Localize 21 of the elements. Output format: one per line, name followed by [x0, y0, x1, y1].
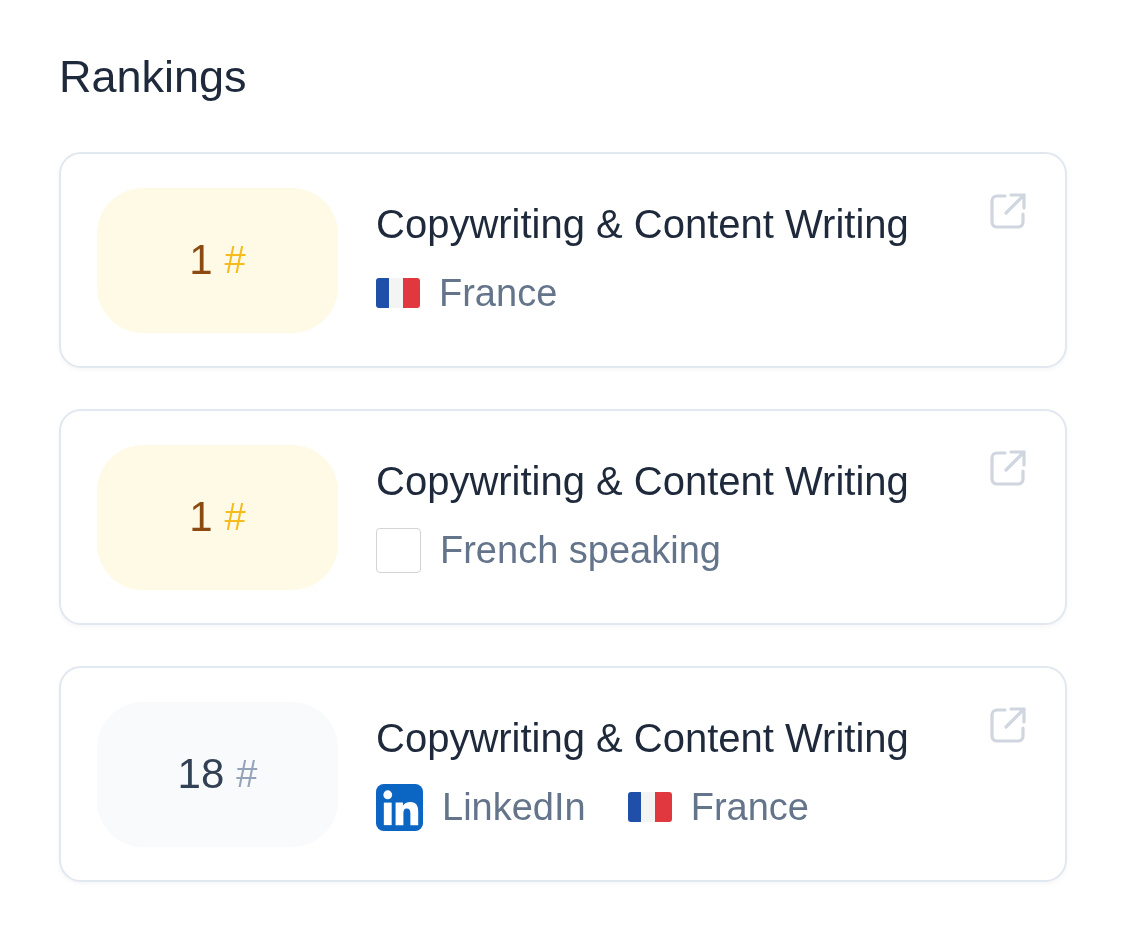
tag-label: France: [439, 271, 558, 316]
rank-number: 1: [189, 236, 213, 284]
category-title: Copywriting & Content Writing: [376, 201, 910, 248]
blank-square-icon: [376, 527, 421, 573]
category-title: Copywriting & Content Writing: [376, 458, 910, 505]
hash-symbol: #: [236, 752, 258, 796]
france-flag-icon: [376, 278, 420, 308]
tag-label: LinkedIn: [442, 785, 586, 830]
linkedin-icon: [376, 783, 423, 831]
category-title: Copywriting & Content Writing: [376, 715, 910, 762]
section-title: Rankings: [59, 50, 248, 104]
hash-symbol: #: [224, 495, 246, 539]
france-flag-icon: [627, 792, 672, 822]
external-link-icon[interactable]: [989, 192, 1027, 230]
tag-label: France: [690, 785, 809, 830]
rank-number: 18: [177, 750, 225, 798]
hash-symbol: #: [224, 238, 246, 282]
external-link-icon[interactable]: [989, 706, 1027, 744]
external-link-icon[interactable]: [989, 449, 1027, 487]
tag-label: French speaking: [440, 528, 721, 573]
rank-number: 1: [189, 493, 213, 541]
